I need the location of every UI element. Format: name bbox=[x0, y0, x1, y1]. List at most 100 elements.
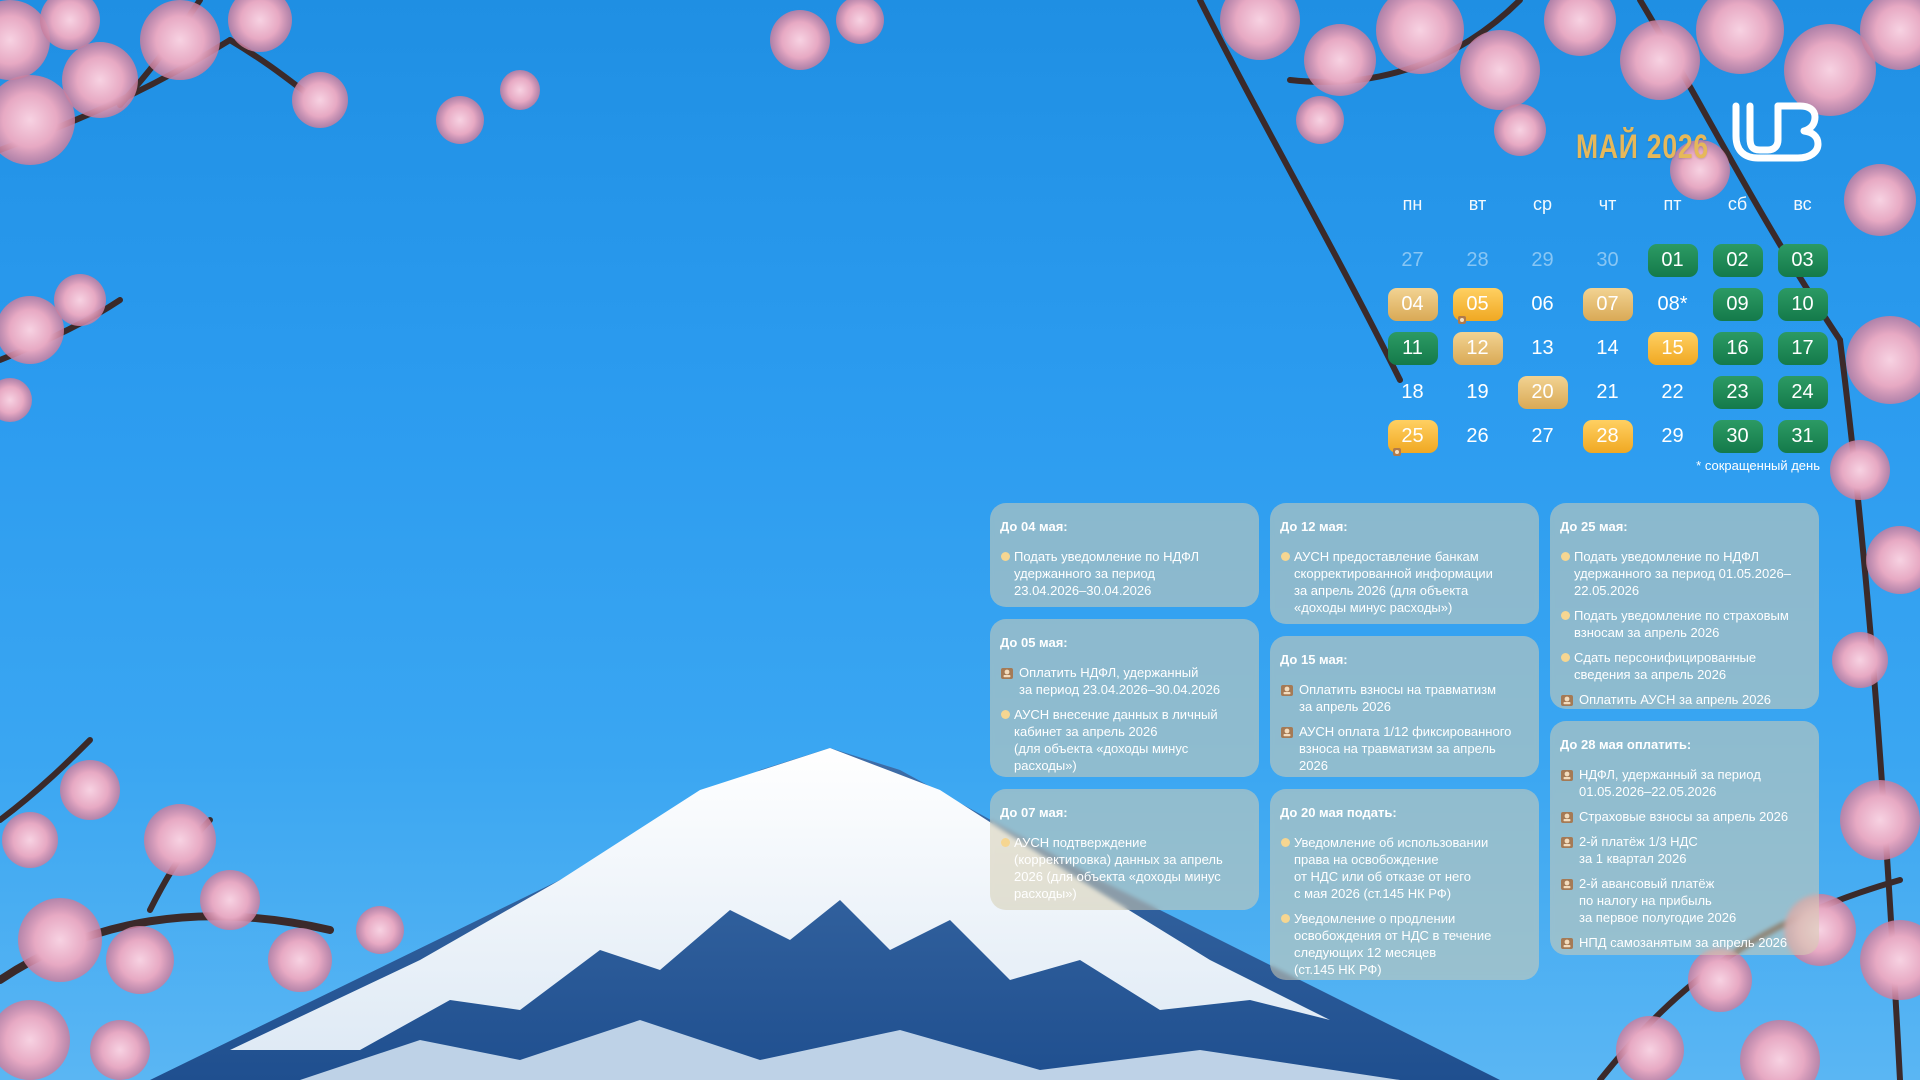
deadline-card-title: До 28 мая оплатить: bbox=[1560, 737, 1692, 752]
calendar-day-label: 25 bbox=[1401, 424, 1424, 447]
calendar-day: 07 bbox=[1582, 287, 1633, 321]
calendar-day: 17 bbox=[1777, 331, 1828, 365]
calendar-day-label: 31 bbox=[1791, 424, 1814, 447]
bullet-dot-icon bbox=[1281, 838, 1290, 847]
bullet-dot-icon bbox=[1561, 552, 1570, 561]
calendar-day-label: 15 bbox=[1661, 336, 1684, 359]
calendar-day-label: 30 bbox=[1596, 248, 1619, 271]
calendar-day: 29 bbox=[1518, 244, 1568, 277]
calendar-day: 16 bbox=[1712, 331, 1763, 365]
payment-stamp-icon bbox=[1560, 810, 1574, 824]
payment-item: Оплатить АУСН за апрель 2026 bbox=[1560, 691, 1809, 708]
payment-item: 2-й платёж 1/3 НДС за 1 квартал 2026 bbox=[1560, 833, 1809, 867]
bullet-dot-icon bbox=[1001, 552, 1010, 561]
calendar-day: 31 bbox=[1777, 419, 1828, 453]
calendar-day-label: 14 bbox=[1596, 336, 1619, 359]
deadline-card-may-28: До 28 мая оплатить: НДФЛ, удержанный за п… bbox=[1550, 721, 1819, 955]
deadline-card-may-04: До 04 мая: Подать уведомление по НДФЛ уде… bbox=[990, 503, 1259, 607]
deadline-item-text: Оплатить НДФЛ, удержанный за период 23.0… bbox=[1019, 665, 1221, 697]
calendar-day-label: 04 bbox=[1401, 292, 1424, 315]
calendar-day: 03 bbox=[1777, 243, 1828, 277]
bullet-dot-icon bbox=[1281, 914, 1290, 923]
deadline-card-title: До 25 мая: bbox=[1560, 519, 1628, 534]
calendar-day-label: 06 bbox=[1531, 292, 1554, 315]
calendar-day-label: 27 bbox=[1401, 248, 1424, 271]
calendar-day: 02 bbox=[1712, 243, 1763, 277]
deadline-item-text: Оплатить взносы на травматизм за апрель … bbox=[1299, 682, 1497, 714]
payment-item: Страховые взносы за апрель 2026 bbox=[1560, 808, 1809, 825]
calendar-day: 18 bbox=[1388, 376, 1438, 409]
calendar-day-label: 27 bbox=[1531, 424, 1554, 447]
shortened-day-footnote: * сокращенный день bbox=[1696, 458, 1820, 473]
calendar-day: 12 bbox=[1452, 331, 1503, 365]
weekday-fri: пт bbox=[1663, 194, 1682, 214]
calendar-day-label: 30 bbox=[1726, 424, 1749, 447]
calendar-day-label: 19 bbox=[1466, 380, 1489, 403]
deadline-item-text: Уведомление об использовании права на ос… bbox=[1294, 835, 1489, 901]
notice-item: Подать уведомление по НДФЛ удержанного з… bbox=[1000, 548, 1249, 599]
deadline-item-text: Подать уведомление по НДФЛ удержанного з… bbox=[1574, 549, 1791, 598]
calendar-day: 01 bbox=[1647, 243, 1698, 277]
payment-item: НДФЛ, удержанный за период 01.05.2026–22… bbox=[1560, 766, 1809, 800]
calendar-day-label: 11 bbox=[1402, 336, 1423, 359]
calendar-day: 09 bbox=[1712, 287, 1763, 321]
calendar-day: 29 bbox=[1648, 420, 1698, 453]
calendar-day: 08* bbox=[1648, 288, 1698, 321]
calendar-day: 05 bbox=[1452, 287, 1503, 324]
payment-stamp-icon bbox=[1560, 877, 1574, 891]
payment-item: АУСН оплата 1/12 фиксированного взноса н… bbox=[1280, 723, 1529, 774]
calendar-day-label: 18 bbox=[1401, 380, 1424, 403]
deadline-item-text: АУСН внесение данных в личный кабинет за… bbox=[1014, 707, 1218, 773]
calendar-day-label: 13 bbox=[1531, 336, 1554, 359]
payment-stamp-icon bbox=[1392, 440, 1402, 456]
calendar-day: 30 bbox=[1583, 244, 1633, 277]
calendar-day-grid: 27 28 29 30 01 02 03 04 05 06 07 08* 09 10 11 12 13 14 15 1… bbox=[1380, 238, 1840, 458]
calendar-day: 10 bbox=[1777, 287, 1828, 321]
calendar-day-label: 20 bbox=[1531, 380, 1554, 403]
notice-item: АУСН подтверждение (корректировка) данны… bbox=[1000, 834, 1249, 902]
bullet-dot-icon bbox=[1001, 710, 1010, 719]
weekday-tue: вт bbox=[1468, 194, 1487, 214]
deadline-card-title: До 05 мая: bbox=[1000, 635, 1068, 650]
deadline-item-text: 2-й авансовый платёж по налогу на прибыл… bbox=[1579, 876, 1737, 925]
calendar-day: 26 bbox=[1453, 420, 1503, 453]
calendar-day: 22 bbox=[1648, 376, 1698, 409]
weekday-mon: пн bbox=[1402, 194, 1423, 214]
payment-stamp-icon bbox=[1560, 835, 1574, 849]
notice-item: Сдать персонифицированные сведения за ап… bbox=[1560, 649, 1809, 683]
calendar-day-label: 07 bbox=[1596, 292, 1619, 315]
calendar-day: 27 bbox=[1518, 420, 1568, 453]
calendar-day-label: 22 bbox=[1661, 380, 1684, 403]
calendar-day-label: 17 bbox=[1791, 336, 1814, 359]
calendar-day: 04 bbox=[1387, 287, 1438, 321]
calendar-day: 11 bbox=[1387, 331, 1438, 365]
calendar-day-label: 03 bbox=[1791, 248, 1814, 271]
weekday-sat: сб bbox=[1727, 194, 1748, 214]
calendar-day: 14 bbox=[1583, 332, 1633, 365]
calendar-day: 25 bbox=[1387, 419, 1438, 456]
bullet-dot-icon bbox=[1001, 838, 1010, 847]
calendar-day: 06 bbox=[1518, 288, 1568, 321]
payment-item: 2-й авансовый платёж по налогу на прибыл… bbox=[1560, 875, 1809, 926]
deadline-item-text: НДФЛ, удержанный за период 01.05.2026–22… bbox=[1579, 767, 1761, 799]
calendar-day-label: 01 bbox=[1661, 248, 1684, 271]
deadline-card-may-07: До 07 мая: АУСН подтверждение (корректиро… bbox=[990, 789, 1259, 910]
calendar-day: 13 bbox=[1518, 332, 1568, 365]
notice-item: АУСН предоставление банкам скорректирова… bbox=[1280, 548, 1529, 616]
calendar-day-label: 02 bbox=[1726, 248, 1749, 271]
calendar-day: 28 bbox=[1582, 419, 1633, 453]
calendar-day-label: 09 bbox=[1726, 292, 1749, 315]
weekday-thu: чт bbox=[1598, 194, 1617, 214]
deadline-card-may-15: До 15 мая: Оплатить взносы на травматизм … bbox=[1270, 636, 1539, 777]
notice-item: Подать уведомление по НДФЛ удержанного з… bbox=[1560, 548, 1809, 599]
payment-stamp-icon bbox=[1560, 693, 1574, 707]
bullet-dot-icon bbox=[1561, 653, 1570, 662]
deadline-item-text: АУСН оплата 1/12 фиксированного взноса н… bbox=[1299, 724, 1512, 773]
weekday-row: пн вт ср чт пт сб вс bbox=[1380, 194, 1820, 224]
calendar-day: 20 bbox=[1517, 375, 1568, 409]
calendar-day: 24 bbox=[1777, 375, 1828, 409]
deadline-item-text: Сдать персонифицированные сведения за ап… bbox=[1574, 650, 1757, 682]
bullet-dot-icon bbox=[1561, 611, 1570, 620]
calendar-day: 15 bbox=[1647, 331, 1698, 365]
notice-item: Уведомление об использовании права на ос… bbox=[1280, 834, 1529, 902]
